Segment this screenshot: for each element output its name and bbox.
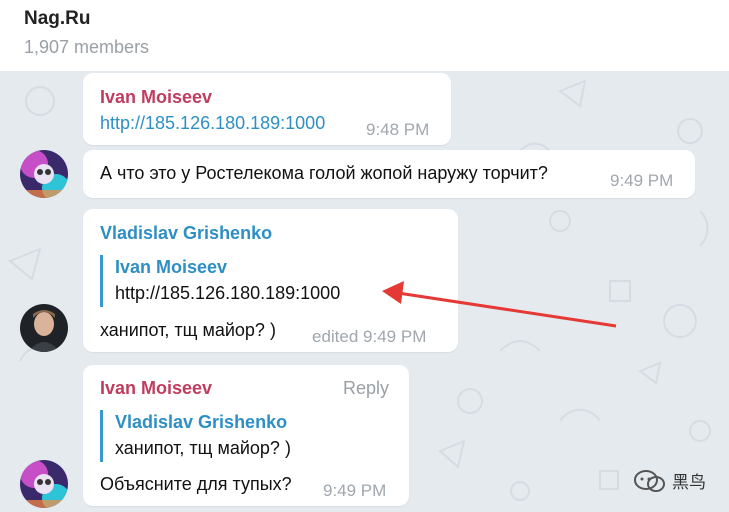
chat-header: Nag.Ru 1,907 members — [0, 0, 729, 71]
watermark-text: 黑鸟 — [672, 473, 706, 492]
annotation-arrow — [382, 281, 617, 328]
chat-area[interactable]: Ivan Moiseev http://185.126.180.189:1000… — [0, 71, 729, 512]
chat-title[interactable]: Nag.Ru — [24, 8, 91, 30]
member-count: 1,907 members — [24, 37, 150, 57]
